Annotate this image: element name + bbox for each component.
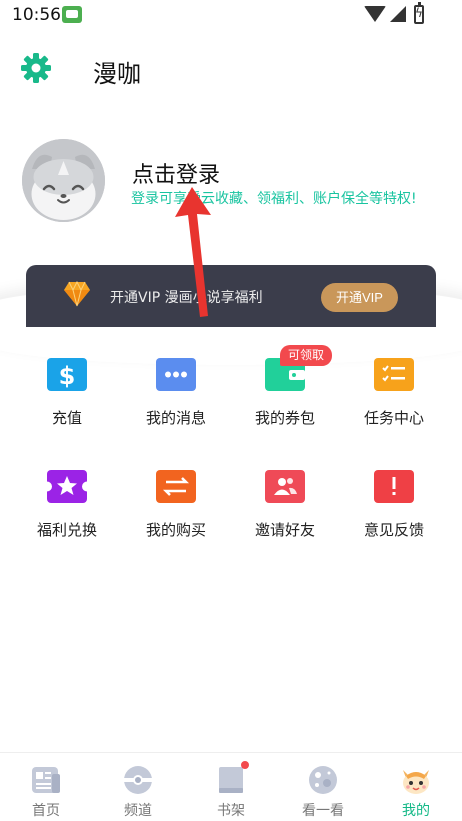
- grid-item-feedback[interactable]: 意见反馈: [339, 457, 449, 557]
- nav-item-me[interactable]: 我的: [370, 753, 462, 821]
- grid-label: 我的消息: [145, 409, 206, 427]
- svg-text:$: $: [59, 362, 76, 390]
- nav-label: 频道: [124, 803, 152, 819]
- channel-disc-icon: [122, 764, 154, 796]
- star-ticket-icon: [47, 470, 87, 503]
- grid-item-invite-friends[interactable]: 邀请好友: [230, 457, 340, 557]
- grid-item-tasks[interactable]: 任务中心: [339, 345, 449, 445]
- nav-item-channel[interactable]: 频道: [92, 753, 184, 821]
- nav-item-home[interactable]: 首页: [0, 753, 92, 821]
- status-bar: 10:56: [0, 0, 462, 32]
- feature-grid: $ 充值 我的消息 我的券包 任务中心 可领取 福利兑换 我的购买 邀请好友 意…: [0, 345, 462, 565]
- vip-divider: [0, 327, 462, 341]
- bottom-nav: 首页 频道 书架 看一看 我的: [0, 752, 462, 821]
- grid-item-recharge[interactable]: $ 充值: [12, 345, 122, 445]
- grid-item-messages[interactable]: 我的消息: [121, 345, 231, 445]
- exchange-arrows-icon: [156, 470, 196, 503]
- nav-label: 书架: [217, 803, 245, 819]
- nav-label: 首页: [32, 803, 60, 819]
- annotation-arrow-icon: [175, 187, 211, 317]
- header: 漫咖: [0, 40, 462, 96]
- vip-section: 开通VIP 漫画小说享福利 开通VIP: [0, 265, 462, 365]
- grid-label: 意见反馈: [363, 521, 424, 539]
- planet-icon: [307, 764, 339, 796]
- page-title: 漫咖: [93, 60, 141, 88]
- profile-section[interactable]: 点击登录 登录可享受云收藏、领福利、账户保全等特权!: [0, 135, 462, 230]
- cat-avatar-icon: [400, 764, 432, 796]
- signal-icon: [390, 6, 406, 22]
- vip-banner[interactable]: 开通VIP 漫画小说享福利 开通VIP: [26, 265, 436, 327]
- status-time: 10:56: [12, 5, 61, 25]
- wifi-icon: [364, 6, 386, 22]
- notification-dot: [241, 761, 249, 769]
- nav-item-discover[interactable]: 看一看: [277, 753, 369, 821]
- grid-label: 我的购买: [145, 521, 206, 539]
- grid-label: 邀请好友: [254, 521, 315, 539]
- grid-label: 福利兑换: [36, 521, 97, 539]
- gear-icon[interactable]: [20, 52, 52, 84]
- grid-label: 我的券包: [254, 409, 315, 427]
- nav-label: 我的: [402, 803, 430, 819]
- open-vip-button[interactable]: 开通VIP: [321, 283, 398, 312]
- grid-item-purchases[interactable]: 我的购买: [121, 457, 231, 557]
- nav-label: 看一看: [302, 803, 344, 819]
- grid-item-rewards[interactable]: 福利兑换: [12, 457, 122, 557]
- grid-label: 任务中心: [363, 409, 424, 427]
- news-icon: [30, 764, 62, 796]
- app-notification-icon: [62, 6, 82, 23]
- exclamation-icon: [374, 470, 414, 503]
- task-list-icon: [374, 358, 414, 391]
- status-icons: [364, 2, 434, 26]
- battery-charging-icon: [414, 2, 424, 24]
- dollar-icon: $: [47, 358, 87, 391]
- diamond-icon: [63, 280, 91, 307]
- bookshelf-icon: [215, 764, 247, 796]
- friends-icon: [265, 470, 305, 503]
- grid-label: 充值: [51, 409, 82, 427]
- nav-item-bookshelf[interactable]: 书架: [185, 753, 277, 821]
- default-avatar-icon[interactable]: [22, 139, 105, 222]
- message-dots-icon: [156, 358, 196, 391]
- claimable-badge: 可领取: [280, 345, 332, 366]
